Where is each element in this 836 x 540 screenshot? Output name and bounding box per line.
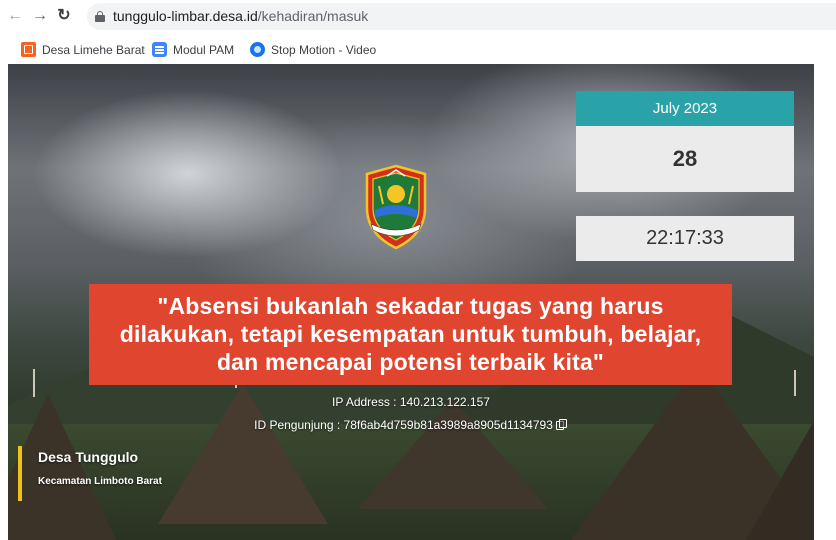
district-name: Kecamatan Limboto Barat bbox=[38, 476, 162, 487]
bookmark-label: Stop Motion - Video bbox=[271, 43, 377, 57]
background-hut bbox=[738, 414, 814, 540]
attendance-quote-banner: "Absensi bukanlah sekadar tugas yang har… bbox=[89, 284, 732, 385]
visitor-id-text: ID Pengunjung : 78f6ab4d759b81a3989a8905… bbox=[8, 418, 814, 432]
url-text[interactable]: tunggulo-limbar.desa.id/kehadiran/masuk bbox=[113, 8, 368, 24]
ip-value: 140.213.122.157 bbox=[399, 395, 490, 409]
visitor-id-value: 78f6ab4d759b81a3989a8905d1134793 bbox=[343, 418, 553, 432]
url-path: /kehadiran/masuk bbox=[257, 8, 369, 24]
blue-circle-icon bbox=[250, 42, 265, 58]
village-name: Desa Tunggulo bbox=[38, 449, 139, 465]
hut-pole bbox=[33, 369, 35, 397]
visitor-id-label: ID Pengunjung : bbox=[254, 418, 344, 432]
lock-icon[interactable] bbox=[95, 11, 105, 22]
page-right-margin bbox=[814, 64, 836, 540]
bookmarks-bar: Desa Limehe Barat Modul PAM Stop Motion … bbox=[0, 36, 836, 63]
regency-crest-logo bbox=[365, 164, 427, 250]
day-number: 28 bbox=[576, 126, 794, 192]
tilde-square-icon bbox=[21, 42, 36, 58]
back-arrow-icon[interactable]: ← bbox=[4, 5, 26, 27]
copy-icon[interactable] bbox=[555, 418, 568, 431]
hut-pole bbox=[794, 370, 796, 396]
google-docs-icon bbox=[152, 42, 167, 58]
url-host: tunggulo-limbar.desa.id bbox=[113, 8, 258, 24]
reload-icon[interactable]: ↻ bbox=[53, 5, 75, 27]
attendance-page: July 2023 28 22:17:33 "Absensi bukanlah … bbox=[8, 64, 814, 540]
month-year-header: July 2023 bbox=[576, 91, 794, 126]
bookmark-desa-limehe-barat[interactable]: Desa Limehe Barat bbox=[21, 40, 145, 60]
village-label: Desa Tunggulo Kecamatan Limboto Barat bbox=[18, 446, 162, 501]
clock-time: 22:17:33 bbox=[576, 216, 794, 261]
background-hut bbox=[358, 399, 548, 509]
forward-arrow-icon[interactable]: → bbox=[29, 5, 51, 27]
browser-toolbar: ← → ↻ tunggulo-limbar.desa.id/kehadiran/… bbox=[0, 0, 836, 34]
bookmark-label: Modul PAM bbox=[173, 43, 235, 57]
quote-line: "Absensi bukanlah sekadar tugas yang har… bbox=[157, 293, 664, 319]
ip-label: IP Address : bbox=[332, 395, 400, 409]
bookmark-label: Desa Limehe Barat bbox=[42, 43, 145, 57]
ip-address-text: IP Address : 140.213.122.157 bbox=[8, 395, 814, 409]
bookmark-modul-pam[interactable]: Modul PAM bbox=[152, 40, 234, 60]
quote-line: dilakukan, tetapi kesempatan untuk tumbu… bbox=[119, 321, 702, 347]
address-bar[interactable]: tunggulo-limbar.desa.id/kehadiran/masuk bbox=[87, 3, 836, 30]
bookmark-stop-motion-video[interactable]: Stop Motion - Video bbox=[250, 40, 376, 60]
quote-line: dan mencapai potensi terbaik kita" bbox=[216, 349, 605, 375]
